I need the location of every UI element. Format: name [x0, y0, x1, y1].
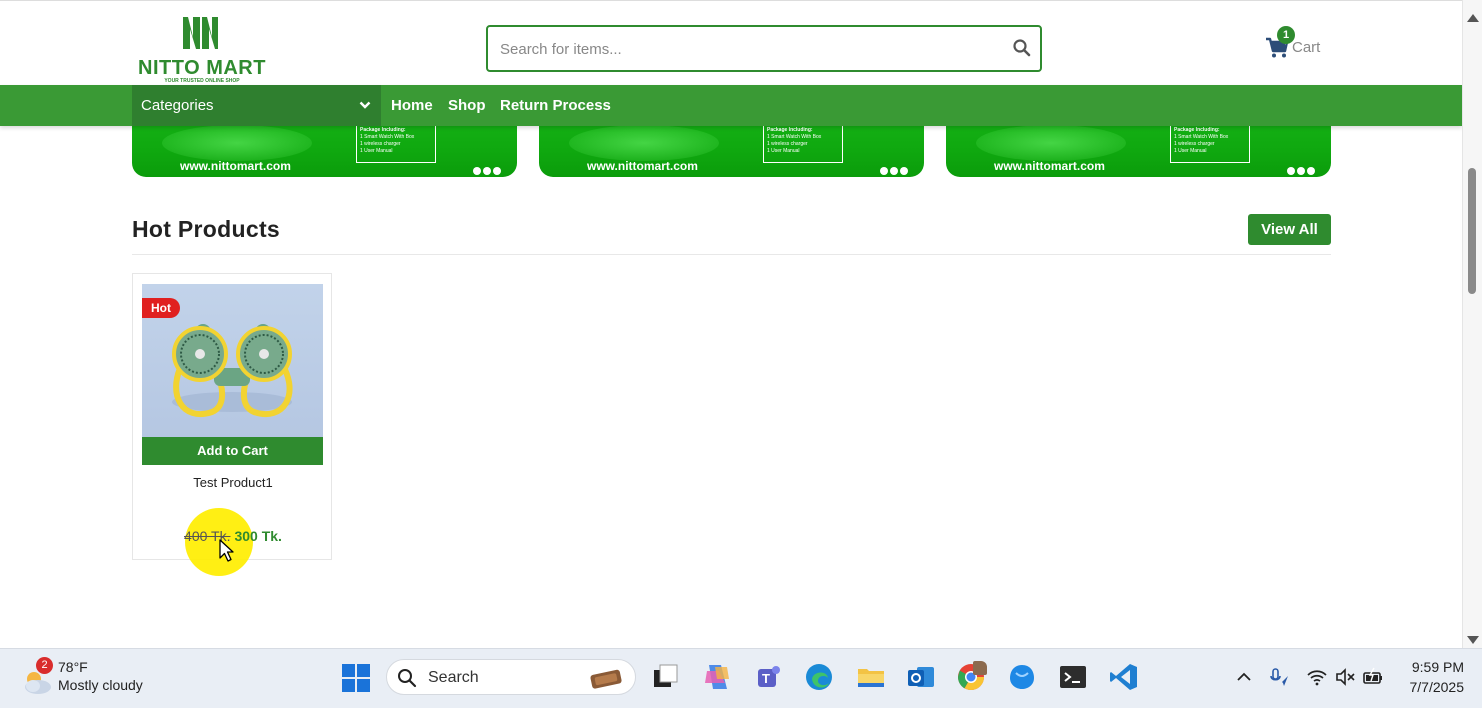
cart-label: Cart: [1292, 39, 1321, 56]
section-title: Hot Products: [132, 216, 280, 242]
microphone-location-icon[interactable]: [1268, 666, 1290, 688]
vertical-scrollbar[interactable]: [1462, 0, 1482, 648]
add-to-cart-button[interactable]: Add to Cart: [142, 437, 323, 465]
scrollbar-thumb[interactable]: [1468, 168, 1476, 294]
banner-product-glow: [162, 125, 312, 161]
package-line: 1 wireless charger: [360, 141, 401, 147]
product-image[interactable]: Hot: [142, 284, 323, 438]
social-icons: [1285, 162, 1315, 175]
package-line: 1 User Manual: [1174, 148, 1207, 154]
nav-link-home[interactable]: Home: [391, 97, 433, 114]
product-name[interactable]: Test Product1: [133, 475, 333, 490]
logo-name: NITTO MART: [138, 57, 266, 79]
clock-date: 7/7/2025: [1409, 679, 1465, 695]
package-line: 1 Smart Watch With Box: [767, 134, 822, 140]
weather-notification-badge: 2: [36, 657, 53, 674]
taskbar-search-label: Search: [428, 669, 479, 686]
task-view-icon[interactable]: [649, 661, 681, 693]
package-title: Package Including:: [360, 127, 406, 133]
nav-link-return-process[interactable]: Return Process: [500, 97, 611, 114]
new-price: 300 Tk.: [234, 528, 282, 544]
weather-widget[interactable]: 2 78°F Mostly cloudy: [20, 657, 170, 701]
banner-url: www.nittomart.com: [587, 159, 698, 173]
hot-badge: Hot: [142, 298, 180, 318]
site-header: NITTO MART YOUR TRUSTED ONLINE SHOP 1 Ca…: [0, 11, 1462, 85]
svg-text:T: T: [762, 671, 770, 686]
package-line: 1 User Manual: [767, 148, 800, 154]
section-divider: [132, 254, 1331, 255]
windows-taskbar: 2 78°F Mostly cloudy Search T 9:59 PM 7/…: [0, 648, 1482, 708]
banner-product-glow: [569, 125, 719, 161]
logo-mark-icon: [183, 17, 218, 49]
social-icons: [878, 162, 908, 175]
package-box: Package Including: 1 Smart Watch With Bo…: [763, 123, 843, 163]
site-logo[interactable]: NITTO MART YOUR TRUSTED ONLINE SHOP: [136, 15, 268, 85]
battery-charging-icon[interactable]: [1362, 666, 1384, 688]
nav-link-shop[interactable]: Shop: [448, 97, 486, 114]
search-icon: [398, 669, 417, 688]
terminal-icon[interactable]: [1057, 661, 1089, 693]
banner-product-glow: [976, 125, 1126, 161]
edge-icon[interactable]: [803, 661, 835, 693]
package-line: 1 Smart Watch With Box: [1174, 134, 1229, 140]
package-box: Package Including: 1 Smart Watch With Bo…: [356, 123, 436, 163]
chrome-icon[interactable]: [955, 661, 987, 693]
cart-button[interactable]: 1 Cart: [1265, 26, 1335, 65]
taskbar-search[interactable]: Search: [386, 659, 636, 695]
logo-tagline: YOUR TRUSTED ONLINE SHOP: [164, 78, 240, 84]
clock-time: 9:59 PM: [1411, 659, 1464, 675]
scroll-down-arrow-icon[interactable]: [1467, 636, 1479, 644]
temperature: 78°F: [58, 659, 88, 675]
copilot-icon[interactable]: [701, 661, 733, 693]
vscode-icon[interactable]: [1108, 661, 1140, 693]
weather-condition: Mostly cloudy: [58, 677, 143, 693]
categories-label: Categories: [141, 97, 214, 114]
speaker-muted-icon[interactable]: [1334, 666, 1356, 688]
app-icon[interactable]: [1006, 661, 1038, 693]
package-title: Package Including:: [1174, 127, 1220, 133]
teams-icon[interactable]: T: [752, 661, 784, 693]
social-icons: [471, 162, 501, 175]
banner-url: www.nittomart.com: [180, 159, 291, 173]
search-icon[interactable]: [1012, 38, 1032, 58]
categories-dropdown[interactable]: Categories: [132, 85, 381, 126]
chevron-up-icon[interactable]: [1233, 666, 1255, 688]
windows-start-icon[interactable]: [342, 664, 370, 692]
scroll-up-arrow-icon[interactable]: [1467, 14, 1479, 22]
package-box: Package Including: 1 Smart Watch With Bo…: [1170, 123, 1250, 163]
search-input[interactable]: [500, 37, 1000, 61]
search-highlight-icon: [590, 669, 622, 689]
outlook-icon[interactable]: [905, 661, 937, 693]
browser-page: NITTO MART YOUR TRUSTED ONLINE SHOP 1 Ca…: [0, 0, 1462, 648]
view-all-button[interactable]: View All: [1248, 214, 1331, 245]
package-title: Package Including:: [767, 127, 813, 133]
mouse-pointer-icon: [219, 539, 234, 562]
system-clock[interactable]: 9:59 PM 7/7/2025: [1398, 657, 1465, 697]
package-line: 1 wireless charger: [1174, 141, 1215, 147]
chevron-down-icon: [359, 101, 371, 109]
folder-icon[interactable]: [855, 661, 887, 693]
banner-url: www.nittomart.com: [994, 159, 1105, 173]
package-line: 1 Smart Watch With Box: [360, 134, 415, 140]
main-nav: Categories Home Shop Return Process: [0, 85, 1462, 126]
search-box: [486, 25, 1042, 72]
package-line: 1 User Manual: [360, 148, 393, 154]
wifi-icon[interactable]: [1306, 666, 1328, 688]
package-line: 1 wireless charger: [767, 141, 808, 147]
